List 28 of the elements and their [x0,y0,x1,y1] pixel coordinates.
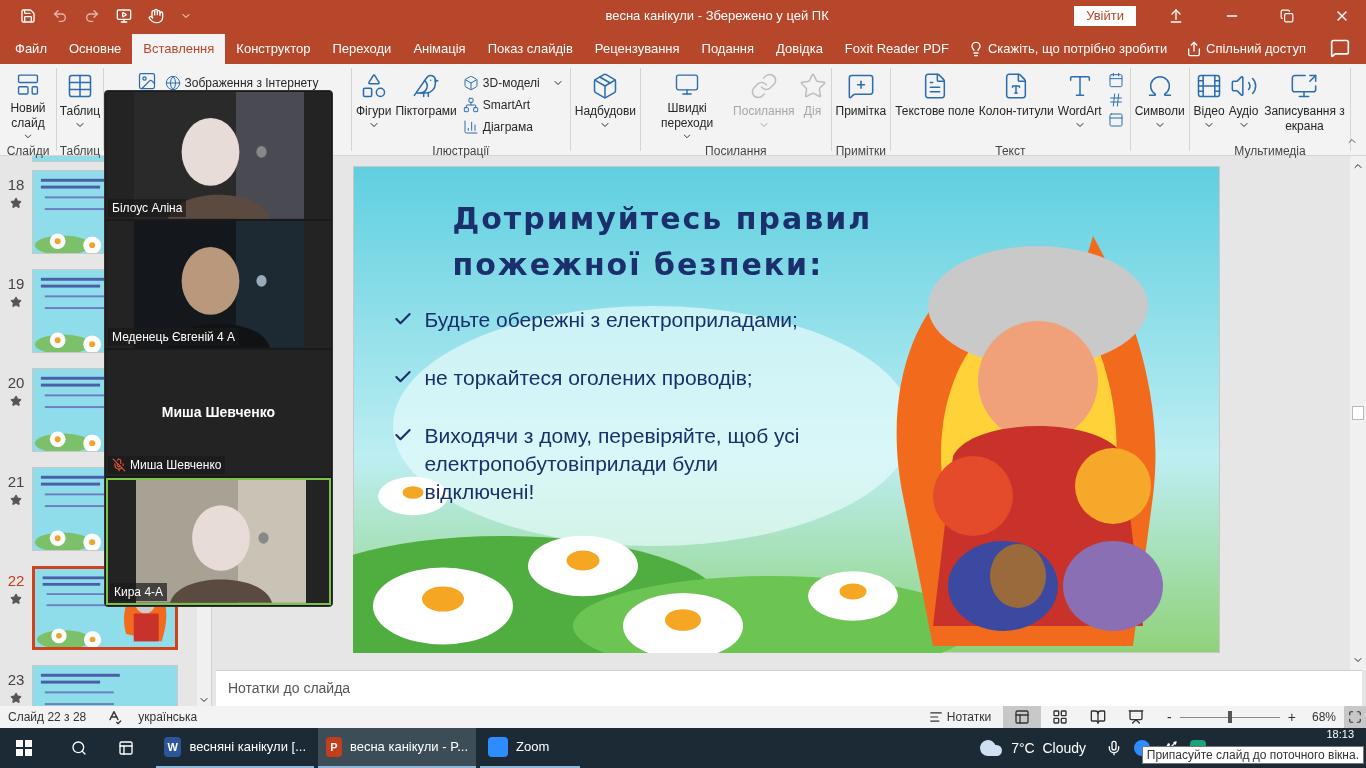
slide-number: 23 [7,670,25,690]
bullet-text: Виходячи з дому, перевіряйте, щоб усі електропобутовіприлади були відключені! [424,423,801,505]
slide-number: 19 [7,274,25,294]
group-label: Мультимедіа [1234,144,1306,158]
participant-name: Кира 4-А [114,584,164,601]
participant-name: Меденець Євгеній 4 А [112,328,236,346]
slide-number: 18 [7,175,25,195]
slide-title: Дотримуйтесь правил [452,200,873,238]
group-label: Слайди [6,144,50,158]
window-title: весна канікули - Збережено у цей ПК [605,8,829,24]
participant-name: Білоус Аліна [112,199,183,217]
slide-number: 21 [7,472,25,492]
tooltip: Припасуйте слайд до поточного вікна. [1141,746,1364,764]
bullet-text: не торкайтеся оголених проводів; [424,365,753,391]
slide-number: 22 [7,571,25,591]
group-label: Примітки [835,144,886,158]
group-label: Посилання [705,144,767,158]
group-label: Таблиц [59,144,101,158]
word-icon: W [164,737,182,757]
slide-counter: Слайд 22 з 28 [8,709,87,726]
bullet-text: Будьте обережні з електроприладами; [424,307,798,333]
slide-number: 20 [7,373,25,393]
group-label: Ілюстрації [432,144,490,158]
powerpoint-icon: P [326,737,342,757]
participant-display-name: Миша Шевченко [161,403,276,423]
participant-name: Миша Шевченко [130,457,222,475]
slide-title: пожежної безпеки: [452,246,825,284]
group-label: Текст [995,144,1026,158]
